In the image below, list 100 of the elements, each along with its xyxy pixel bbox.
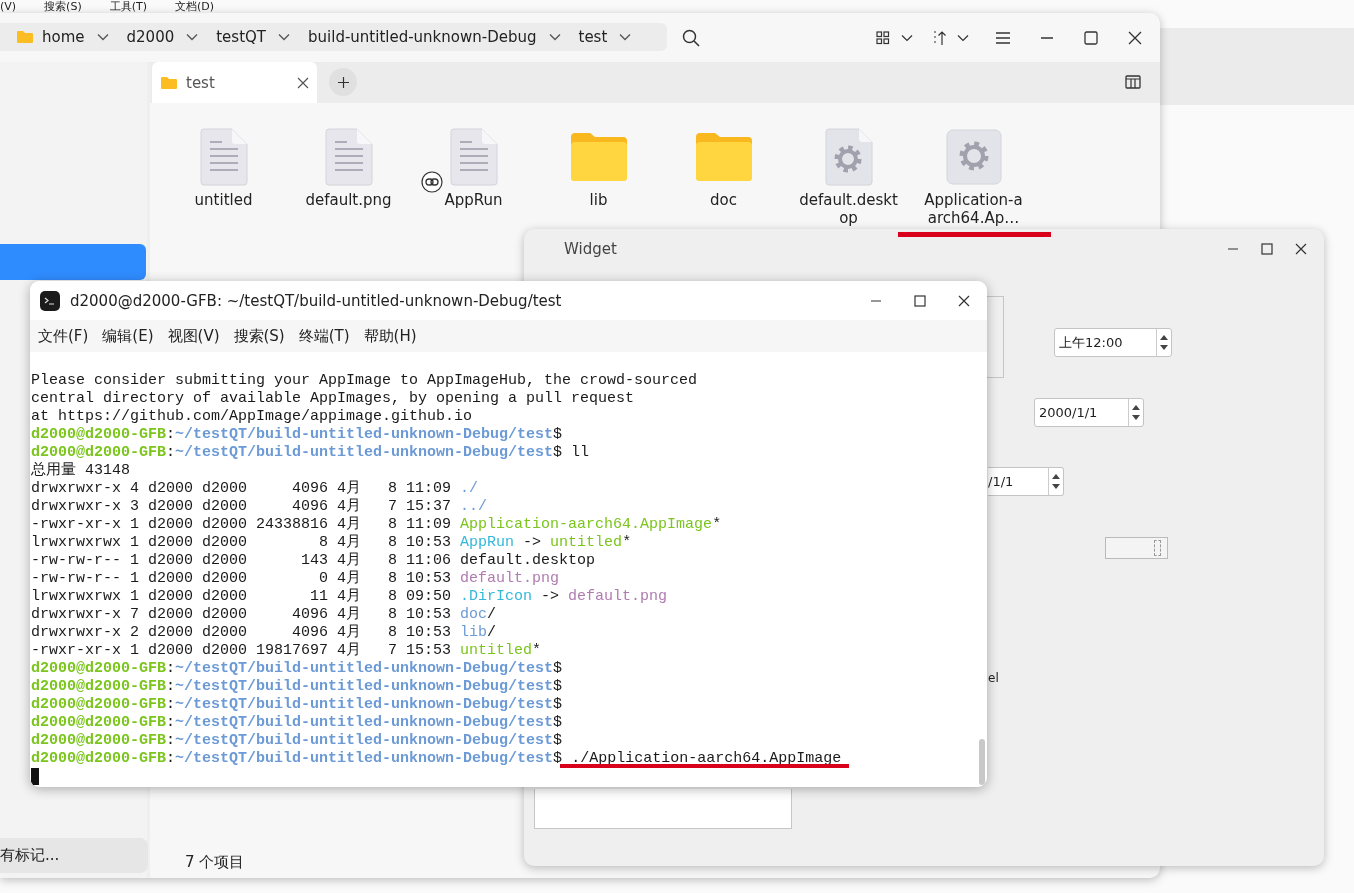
terminal-text: 总用量 43148 <box>31 462 130 479</box>
date-edit[interactable]: /1/1 <box>988 467 1064 496</box>
terminal-text: : <box>166 660 176 677</box>
up-arrow-icon[interactable] <box>1052 473 1060 479</box>
terminal-text: ~/testQT/build-untitled-unknown-Debug/test <box>175 732 554 749</box>
scroll-bar[interactable] <box>1105 537 1168 559</box>
terminal-text: Please consider submitting your AppImage to AppImageHub, the crowd-sourced <box>31 372 698 389</box>
terminal-text: drwxrwxr-x 4 d2000 d2000 4096 4月 8 11:09 <box>31 480 453 497</box>
scroll-bar[interactable] <box>979 739 985 785</box>
menu-item[interactable]: 搜索(S) <box>44 0 82 13</box>
terminal-text: d2000@d2000-GFB <box>31 732 167 749</box>
terminal-text: ~/testQT/build-untitled-unknown-Debug/test <box>175 696 554 713</box>
up-arrow-icon[interactable] <box>1132 404 1140 410</box>
terminal-text: ../ <box>460 498 488 515</box>
window-title: d2000@d2000-GFB: ~/testQT/build-untitled-unknown-Debug/test <box>70 291 562 310</box>
terminal-text: drwxrwxr-x 3 d2000 d2000 4096 4月 7 15:37 <box>31 498 453 515</box>
breadcrumb-item[interactable]: build-untitled-unknown-Debug <box>308 27 561 46</box>
time-edit[interactable]: 上午12:00 <box>1054 328 1172 357</box>
chevron-icon <box>278 32 290 41</box>
terminal-text: / <box>487 624 497 641</box>
terminal-text: .DirIcon <box>460 588 533 605</box>
terminal-text: $ <box>553 714 563 731</box>
close-icon <box>1128 30 1142 45</box>
breadcrumb-item[interactable]: d2000 <box>126 27 199 46</box>
breadcrumb-item[interactable]: test <box>578 27 632 46</box>
minimize-icon <box>870 299 882 302</box>
menu-item[interactable]: 编辑(E) <box>102 326 154 346</box>
text-file-icon <box>324 128 373 186</box>
menu-item[interactable]: 文件(F) <box>38 326 89 346</box>
terminal-text: ~/testQT/build-untitled-unknown-Debug/test <box>175 714 554 731</box>
grid-icon <box>876 30 914 45</box>
terminal-text: * <box>622 534 632 551</box>
folder-icon <box>16 29 34 44</box>
terminal-icon <box>40 290 60 311</box>
search-icon <box>682 28 700 47</box>
terminal-text: ./Application-aarch64.AppImage <box>571 750 842 767</box>
file-item[interactable]: doc <box>661 128 786 209</box>
terminal-text: : <box>166 696 176 713</box>
terminal-text: -rwxr-xr-x 1 d2000 d2000 24338816 4月 8 11:09 <box>31 516 453 533</box>
terminal-text: central directory of available AppImages, by opening a pull request <box>31 390 635 407</box>
terminal-text: d2000@d2000-GFB <box>31 696 167 713</box>
breadcrumb-item[interactable]: home <box>16 27 109 46</box>
terminal-text: d2000@d2000-GFB <box>31 660 167 677</box>
menu-item[interactable]: 终端(T) <box>298 326 350 346</box>
close-icon <box>1295 243 1307 255</box>
chevron-icon <box>96 32 109 41</box>
close-icon[interactable] <box>297 76 309 89</box>
plus-icon <box>337 76 349 88</box>
link-icon <box>421 171 443 193</box>
menu-item[interactable]: 工具(T) <box>109 0 147 13</box>
up-arrow-icon[interactable] <box>1160 334 1168 340</box>
window-title: Widget <box>564 240 617 258</box>
minimize-icon <box>1227 248 1239 250</box>
terminal-text: lrwxrwxrwx 1 d2000 d2000 8 4月 8 10:53 <box>31 534 453 551</box>
terminal-text: : <box>166 678 176 695</box>
terminal-text: d2000@d2000-GFB <box>31 750 167 767</box>
menu-item[interactable]: 搜索(S) <box>233 326 285 346</box>
file-item[interactable]: untitled <box>161 128 286 209</box>
date-edit[interactable]: 2000/1/1 <box>1034 398 1144 427</box>
terminal-text: : <box>166 444 176 461</box>
file-item[interactable]: Application-aarch64.Ap… <box>911 128 1036 227</box>
text-file-icon <box>199 128 248 186</box>
file-item[interactable]: default.desktop <box>786 128 911 227</box>
terminal-text: ~/testQT/build-untitled-unknown-Debug/test <box>175 660 554 677</box>
file-item[interactable]: AppRun <box>411 128 536 209</box>
terminal-text: doc <box>460 606 488 623</box>
terminal-text: d2000@d2000-GFB <box>31 714 167 731</box>
terminal-text: $ <box>553 426 563 443</box>
terminal-text: default.png <box>568 588 668 605</box>
file-item[interactable]: default.png <box>286 128 411 209</box>
terminal-text: $ <box>553 750 564 767</box>
gear-file-icon <box>824 128 873 186</box>
menu-item[interactable]: 帮助(H) <box>363 326 417 346</box>
terminal-text: -> <box>540 588 561 605</box>
menu-item[interactable]: (V) <box>0 0 17 13</box>
tab[interactable]: test <box>152 62 317 103</box>
menu-item[interactable]: 视图(V) <box>167 326 220 346</box>
down-arrow-icon[interactable] <box>1052 484 1060 490</box>
terminal-text: d2000@d2000-GFB <box>31 426 167 443</box>
terminal-text: ~/testQT/build-untitled-unknown-Debug/test <box>175 750 554 767</box>
terminal-text: lib <box>460 624 488 641</box>
down-arrow-icon[interactable] <box>1132 415 1140 421</box>
chevron-icon <box>619 32 632 41</box>
file-item[interactable]: lib <box>536 128 661 209</box>
maximize-icon <box>1261 243 1273 255</box>
terminal-text: at https://github.com/AppImage/appimage.github.io <box>31 408 473 425</box>
terminal-text: -rw-rw-r-- 1 d2000 d2000 143 4月 8 11:06 default.desktop <box>31 552 596 569</box>
label: el <box>988 671 999 685</box>
folder-icon <box>694 132 753 182</box>
close-icon <box>958 294 970 307</box>
tags-button[interactable]: 有标记... <box>0 838 148 873</box>
chevron-icon <box>186 32 199 41</box>
sort-icon <box>932 29 970 46</box>
terminal-text: ~/testQT/build-untitled-unknown-Debug/test <box>175 426 554 443</box>
breadcrumb-item[interactable]: testQT <box>216 27 290 46</box>
down-arrow-icon[interactable] <box>1160 345 1168 351</box>
new-tab-button[interactable] <box>329 68 357 96</box>
menu-item[interactable]: 文档(D) <box>175 0 215 13</box>
folder-icon <box>569 132 628 182</box>
terminal-text: $ <box>553 696 563 713</box>
